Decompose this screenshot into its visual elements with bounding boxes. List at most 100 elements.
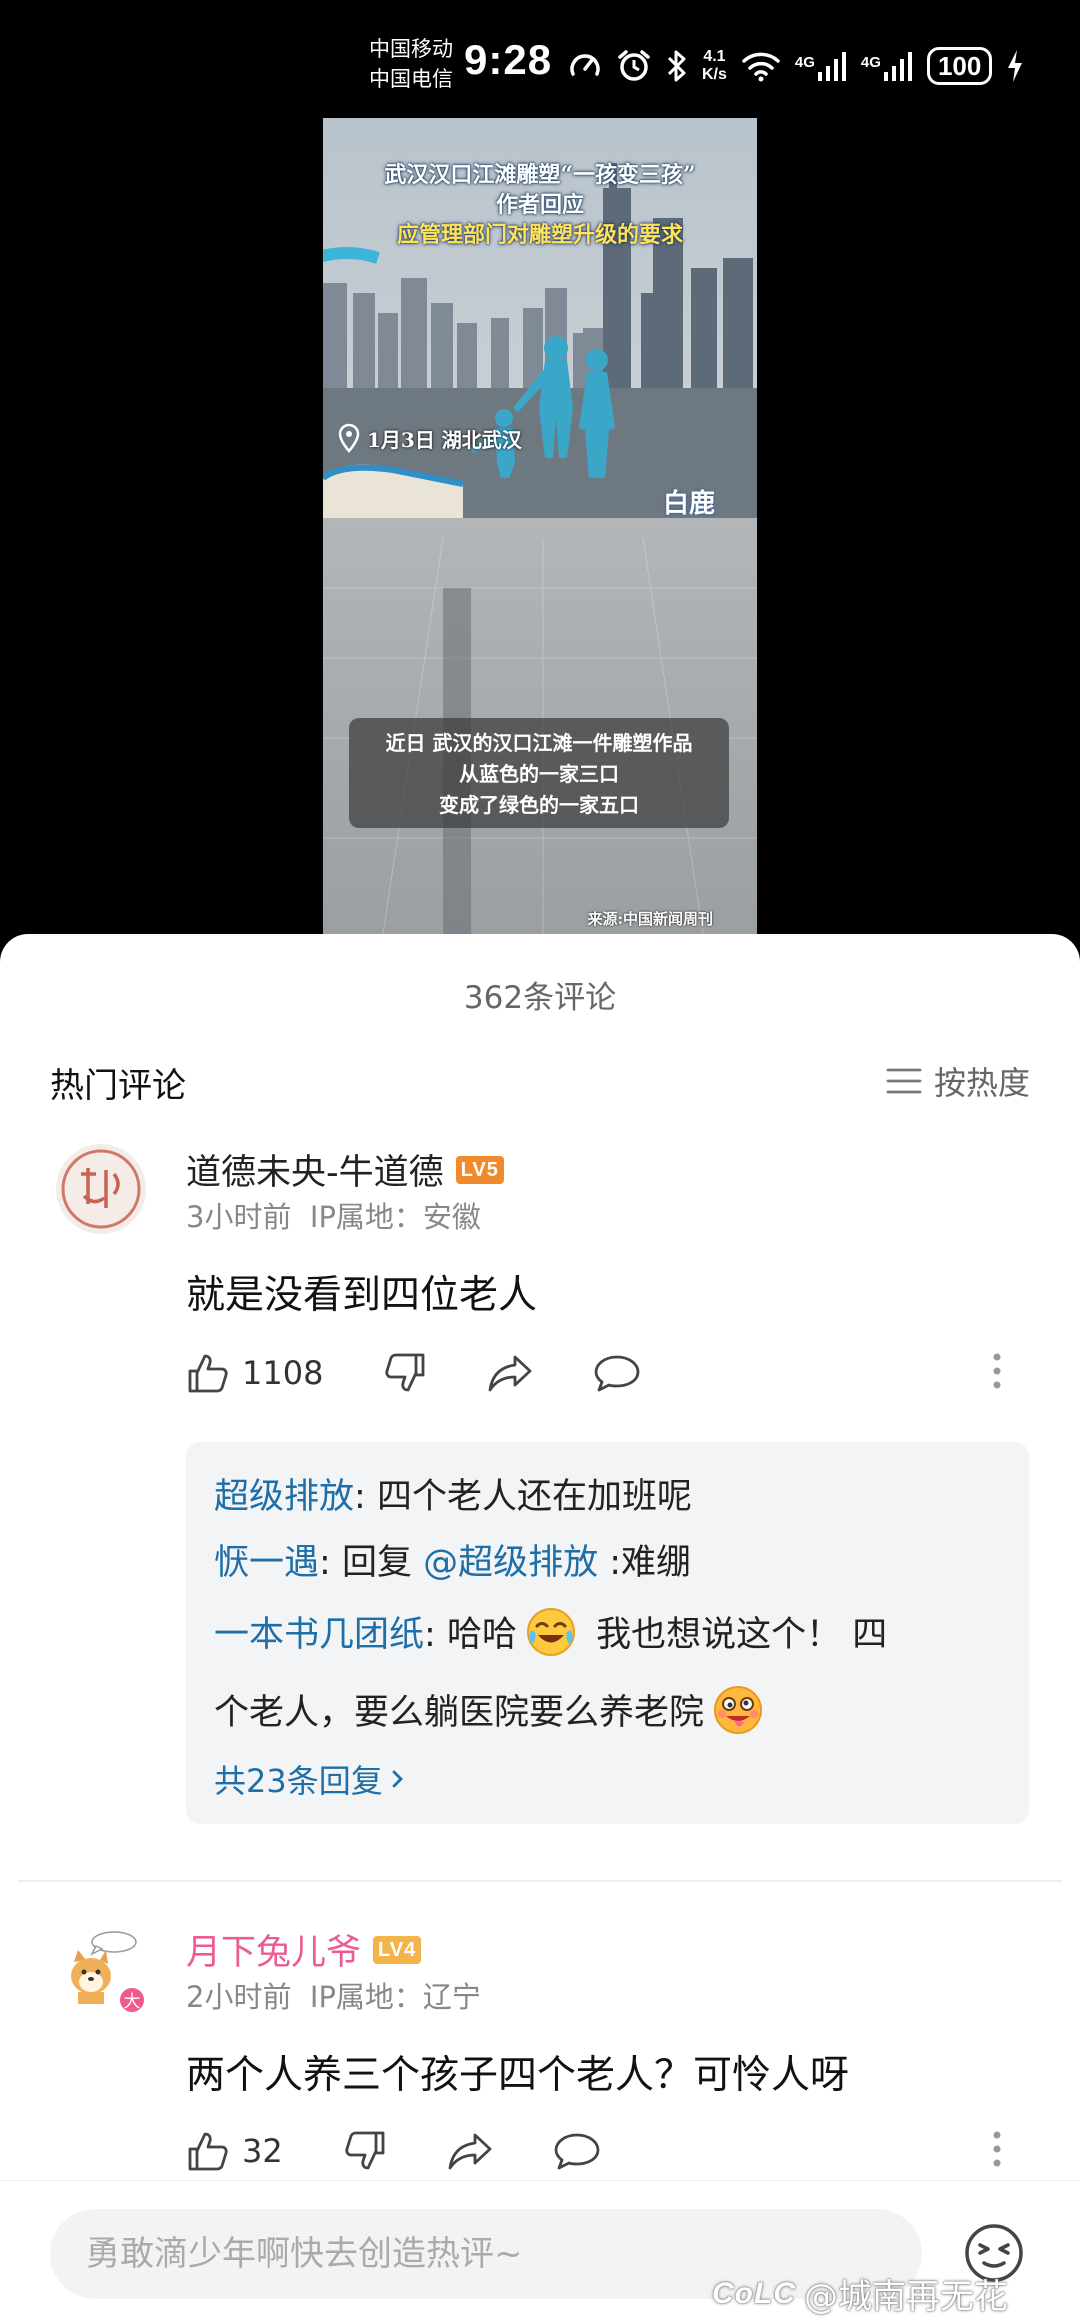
video-caption: 近日 武汉的汉口江滩一件雕塑作品 从蓝色的一家三口 变成了绿色的一家五口 — [349, 718, 729, 828]
video-title-line-1: 武汉汉口江滩雕塑“一孩变三孩” — [384, 162, 696, 188]
comment-username[interactable]: 道德未央-牛道德 — [186, 1144, 444, 1195]
comment-ip: IP属地：辽宁 — [309, 1980, 481, 2014]
video-title-line-3: 应管理部门对雕塑升级的要求 — [396, 222, 683, 248]
avatar-badge: 大 — [118, 1986, 146, 2014]
reply-button[interactable] — [553, 2131, 601, 2171]
reply-author[interactable]: 恹一遇 — [214, 1543, 319, 1583]
bluetooth-icon — [666, 48, 688, 84]
comment-input-bar: CoLC @城南再无花 — [0, 2180, 1080, 2324]
comments-sheet[interactable]: 362条评论 热门评论 按热度 道德未央-牛道德 LV5 3小时前 IP属地：安… — [0, 934, 1080, 2324]
charging-icon — [1006, 49, 1024, 83]
like-button[interactable]: 32 — [186, 2129, 283, 2173]
more-options-button[interactable] — [992, 1351, 1002, 1395]
crazy-face-emoji-icon — [714, 1686, 763, 1734]
video-player[interactable]: 武汉汉口江滩雕塑“一孩变三孩” 作者回应 应管理部门对雕塑升级的要求 1月3日 … — [323, 118, 757, 934]
laughing-crying-emoji-icon — [526, 1608, 575, 1656]
avatar[interactable] — [56, 1144, 146, 1234]
seal-avatar-icon — [56, 1144, 146, 1234]
reply-separator: : — [354, 1477, 377, 1517]
dislike-button[interactable] — [343, 2129, 387, 2173]
wifi-icon — [741, 50, 781, 82]
chevron-right-icon — [392, 1770, 403, 1788]
comment-user-row: 道德未央-牛道德 LV5 — [186, 1144, 504, 1195]
watermark: CoLC @城南再无花 — [712, 2269, 1008, 2318]
battery-indicator: 100 — [926, 47, 993, 85]
share-button[interactable] — [447, 2131, 493, 2171]
view-all-replies-link[interactable]: 共23条回复 — [214, 1756, 1001, 1802]
carrier-info: 中国移动 中国电信 — [369, 34, 453, 94]
share-icon — [448, 2133, 492, 2170]
comment-actions: 32 — [186, 2124, 1036, 2178]
comment-text[interactable]: 就是没看到四位老人 — [186, 1264, 537, 1320]
share-icon — [489, 1355, 532, 1392]
comment-user-row: 月下兔儿爷 LV4 — [186, 1924, 422, 1975]
net-speed: 4.1 K/s — [702, 48, 727, 84]
comment-actions: 1108 — [186, 1346, 1036, 1400]
status-icons: 4.1 K/s 4G 4G 100 — [568, 40, 1024, 92]
video-caption-line-3: 变成了绿色的一家五口 — [439, 793, 639, 817]
level-badge: LV5 — [455, 1155, 504, 1184]
location-pin-icon — [338, 423, 360, 453]
net-type-1: 4G — [794, 54, 815, 71]
like-count: 32 — [242, 2132, 283, 2170]
reply-author[interactable]: 一本书几团纸 — [214, 1615, 424, 1655]
net-speed-unit: K/s — [702, 66, 727, 83]
reply-prefix: 回复 — [341, 1543, 424, 1583]
signal-icon: 4G — [795, 50, 847, 82]
reply-text: 哈哈 — [446, 1615, 517, 1655]
sort-label: 按热度 — [933, 1064, 1030, 1102]
video-caption-line-2: 从蓝色的一家三口 — [459, 762, 619, 786]
reply-author[interactable]: 超级排放 — [214, 1477, 354, 1517]
reply-text-cont: 我也想说这个！ 四 — [584, 1615, 888, 1655]
like-count: 1108 — [242, 1354, 324, 1392]
reply-button[interactable] — [593, 1353, 641, 1393]
comment-meta: 3小时前 IP属地：安徽 — [186, 1194, 481, 1236]
signal-icon: 4G — [861, 50, 913, 82]
reply-text-line-2: 个老人，要么躺医院要么养老院 — [214, 1693, 705, 1733]
thumbs-up-icon — [188, 1354, 228, 1393]
watermark-text: @城南再无花 — [803, 2277, 1008, 2317]
avatar[interactable]: 大 — [56, 1924, 146, 2014]
net-speed-value: 4.1 — [703, 48, 726, 65]
clock: 9:28 — [464, 36, 553, 83]
share-button[interactable] — [487, 1353, 533, 1393]
more-options-button[interactable] — [992, 2129, 1002, 2173]
comment-text[interactable]: 两个人养三个孩子四个老人？可怜人呀 — [186, 2044, 849, 2100]
status-bar: 中国移动 中国电信 9:28 4.1 K/s 4G 4G 100 — [0, 0, 1080, 118]
like-button[interactable]: 1108 — [186, 1351, 323, 1395]
video-location-tag: 1月3日 湖北武汉 — [337, 423, 522, 453]
reply-item[interactable]: 恹一遇: 回复 @超级排放 :难绷 — [214, 1530, 1001, 1596]
watermark-logo: CoLC — [712, 2276, 796, 2310]
video-title-line-2: 作者回应 — [495, 192, 584, 218]
reply-item[interactable]: 一本书几团纸: 哈哈 我也想说这个！ 四个老人，要么躺医院要么养老院 — [214, 1596, 1001, 1752]
net-type-2: 4G — [860, 54, 881, 71]
hot-comments-heading: 热门评论 — [50, 1066, 186, 1106]
reply-text: :难绷 — [598, 1543, 692, 1583]
reply-separator: : — [424, 1615, 447, 1655]
reply-item[interactable]: 超级排放: 四个老人还在加班呢 — [214, 1464, 1001, 1530]
sort-by-heat-button[interactable]: 按热度 — [886, 1058, 1030, 1104]
video-title: 武汉汉口江滩雕塑“一孩变三孩” 作者回应 应管理部门对雕塑升级的要求 — [323, 160, 757, 250]
menu-lines-icon — [886, 1068, 922, 1094]
comment-time: 3小时前 — [186, 1200, 292, 1234]
reply-count-label: 共23条回复 — [214, 1762, 383, 1800]
comment-divider — [18, 1880, 1062, 1882]
video-caption-line-1: 近日 武汉的汉口江滩一件雕塑作品 — [385, 731, 693, 755]
video-source: 来源:中国新闻周刊 — [587, 910, 713, 928]
level-badge: LV4 — [373, 1935, 422, 1964]
speech-bubble-icon — [595, 1355, 640, 1392]
vertical-dots-icon — [993, 1353, 1001, 1389]
comments-count: 362条评论 — [463, 980, 617, 1016]
carrier-1: 中国移动 — [369, 37, 453, 61]
thumbs-down-icon — [385, 1353, 425, 1392]
speedometer-icon — [568, 49, 602, 83]
dislike-button[interactable] — [383, 1351, 427, 1395]
reply-mention[interactable]: @超级排放 — [423, 1543, 598, 1583]
comment-username[interactable]: 月下兔儿爷 — [186, 1924, 361, 1975]
comment-meta: 2小时前 IP属地：辽宁 — [186, 1974, 481, 2016]
replies-preview[interactable]: 超级排放: 四个老人还在加班呢 恹一遇: 回复 @超级排放 :难绷 一本书几团纸… — [186, 1442, 1029, 1824]
vertical-dots-icon — [993, 2131, 1001, 2167]
speech-bubble-icon — [554, 2133, 600, 2170]
video-location-text: 1月3日 湖北武汉 — [367, 427, 522, 452]
thumbs-up-icon — [188, 2132, 228, 2171]
